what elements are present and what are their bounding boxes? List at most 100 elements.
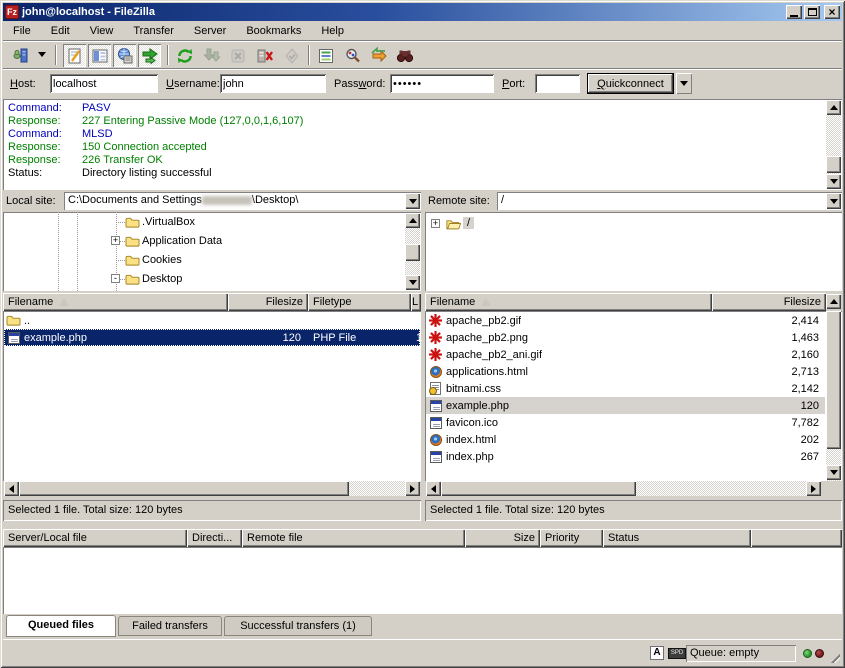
toggle-transfer-queue-button[interactable] xyxy=(138,44,161,67)
column-filename[interactable]: Filename xyxy=(425,293,712,311)
scrollbar-thumb[interactable] xyxy=(826,156,841,173)
scroll-left-button[interactable] xyxy=(4,481,19,496)
resize-grip[interactable] xyxy=(827,650,840,663)
menu-view[interactable]: View xyxy=(80,23,124,39)
tab-queued-files[interactable]: Queued files xyxy=(6,615,116,637)
file-row-parent[interactable]: .. xyxy=(4,312,420,329)
remote-file-list[interactable]: apache_pb2.gif 2,414 apache_pb2.png 1,46… xyxy=(425,311,842,481)
tree-item-virtualbox[interactable]: .VirtualBox xyxy=(142,216,195,228)
remote-path-dropdown[interactable] xyxy=(826,193,841,209)
tree-item-cookies[interactable]: Cookies xyxy=(142,254,182,266)
column-filesize[interactable]: Filesize xyxy=(228,293,308,311)
scroll-left-button[interactable] xyxy=(426,481,441,496)
scroll-up-button[interactable] xyxy=(405,213,420,228)
directory-comparison-button[interactable] xyxy=(341,44,364,67)
disconnect-button[interactable] xyxy=(253,44,276,67)
reconnect-button[interactable] xyxy=(280,44,303,67)
tree-item-root[interactable]: / xyxy=(463,217,474,229)
local-hscrollbar[interactable] xyxy=(3,481,421,497)
synchronized-browsing-button[interactable] xyxy=(367,44,390,67)
scrollbar-thumb[interactable] xyxy=(405,244,420,261)
maximize-button[interactable] xyxy=(804,5,820,19)
column-direction[interactable]: Directi... xyxy=(187,529,242,547)
close-button[interactable]: × xyxy=(824,5,840,19)
remote-path-combo[interactable]: / xyxy=(497,192,842,210)
scrollbar-thumb[interactable] xyxy=(826,311,841,449)
column-filename[interactable]: Filename xyxy=(3,293,228,311)
local-file-list[interactable]: .. example.php 120 PHP File 1 xyxy=(3,311,421,481)
cancel-operation-button[interactable] xyxy=(226,44,249,67)
file-row-selected[interactable]: example.php 120 PHP File 1 xyxy=(4,329,420,346)
expand-plus-icon[interactable]: + xyxy=(111,236,120,245)
column-server-local-file[interactable]: Server/Local file xyxy=(3,529,187,547)
toggle-message-log-button[interactable] xyxy=(63,44,86,67)
scroll-right-button[interactable] xyxy=(405,481,420,496)
file-row[interactable]: bitnami.css 2,142 xyxy=(426,380,825,397)
local-path-dropdown[interactable] xyxy=(405,193,420,209)
tree-item-desktop[interactable]: Desktop xyxy=(142,273,182,285)
menu-bookmarks[interactable]: Bookmarks xyxy=(236,23,311,39)
scroll-up-button[interactable] xyxy=(826,294,841,309)
password-input[interactable] xyxy=(390,74,494,93)
quickconnect-button[interactable]: Quickconnect xyxy=(587,73,674,94)
menu-edit[interactable]: Edit xyxy=(41,23,80,39)
scroll-down-button[interactable] xyxy=(826,174,841,189)
username-input[interactable] xyxy=(220,74,326,93)
file-row[interactable]: apache_pb2.png 1,463 xyxy=(426,329,825,346)
tab-successful-transfers[interactable]: Successful transfers (1) xyxy=(224,616,372,636)
menu-server[interactable]: Server xyxy=(184,23,236,39)
tab-failed-transfers[interactable]: Failed transfers xyxy=(118,616,222,636)
column-filetype[interactable]: Filetype xyxy=(308,293,411,311)
scroll-down-button[interactable] xyxy=(405,275,420,290)
site-manager-button[interactable] xyxy=(9,44,32,67)
triangle-right-icon xyxy=(811,485,816,493)
file-row[interactable]: applications.html 2,713 xyxy=(426,363,825,380)
file-row-selected[interactable]: example.php 120 xyxy=(426,397,825,414)
find-files-button[interactable] xyxy=(393,44,416,67)
menu-file[interactable]: File xyxy=(3,23,41,39)
column-filesize[interactable]: Filesize xyxy=(712,293,826,311)
refresh-button[interactable] xyxy=(173,44,196,67)
scroll-right-button[interactable] xyxy=(806,481,821,496)
scrollbar-thumb[interactable] xyxy=(441,481,636,496)
file-row[interactable]: apache_pb2.gif 2,414 xyxy=(426,312,825,329)
remote-directory-tree[interactable]: + / xyxy=(425,212,842,291)
filter-button[interactable] xyxy=(314,44,337,67)
local-site-bar: Local site: C:\Documents and Settings\De… xyxy=(3,192,421,211)
file-row[interactable]: index.html 202 xyxy=(426,431,825,448)
title-bar[interactable]: Fz john@localhost - FileZilla × xyxy=(3,3,842,21)
chevron-down-icon xyxy=(38,52,46,57)
port-input[interactable] xyxy=(535,74,580,93)
process-queue-button[interactable] xyxy=(200,44,223,67)
scroll-down-button[interactable] xyxy=(826,465,841,480)
remote-hscrollbar[interactable] xyxy=(425,481,842,497)
toggle-remote-tree-button[interactable] xyxy=(113,44,136,67)
site-manager-dropdown[interactable] xyxy=(35,44,49,67)
speed-limits-icon[interactable]: SPD xyxy=(668,648,686,659)
tree-item-application-data[interactable]: Application Data xyxy=(142,235,222,247)
column-last-modified[interactable]: L xyxy=(411,293,421,311)
toggle-local-tree-button[interactable] xyxy=(88,44,111,67)
queue-list[interactable] xyxy=(3,547,842,614)
local-directory-tree[interactable]: .VirtualBox + Application Data Cookies -… xyxy=(3,212,421,291)
quickconnect-dropdown[interactable] xyxy=(676,73,692,94)
scroll-up-button[interactable] xyxy=(826,100,841,115)
local-path-combo[interactable]: C:\Documents and Settings\Desktop\ xyxy=(64,192,421,210)
expand-plus-icon[interactable]: + xyxy=(431,219,440,228)
scrollbar-thumb[interactable] xyxy=(19,481,349,496)
host-input[interactable] xyxy=(50,74,158,93)
minimize-button[interactable] xyxy=(786,5,802,19)
file-row[interactable]: favicon.ico 7,782 xyxy=(426,414,825,431)
collapse-minus-icon[interactable]: - xyxy=(111,274,120,283)
menu-transfer[interactable]: Transfer xyxy=(123,23,184,39)
file-row[interactable]: index.php 267 xyxy=(426,448,825,465)
ico-file-icon xyxy=(428,416,443,430)
directory-comparison-icon xyxy=(344,47,362,65)
column-status[interactable]: Status xyxy=(603,529,751,547)
menu-help[interactable]: Help xyxy=(311,23,354,39)
transfer-type-ascii-icon[interactable]: A xyxy=(650,646,664,660)
column-size[interactable]: Size xyxy=(465,529,540,547)
file-row[interactable]: apache_pb2_ani.gif 2,160 xyxy=(426,346,825,363)
column-priority[interactable]: Priority xyxy=(540,529,603,547)
column-remote-file[interactable]: Remote file xyxy=(242,529,465,547)
